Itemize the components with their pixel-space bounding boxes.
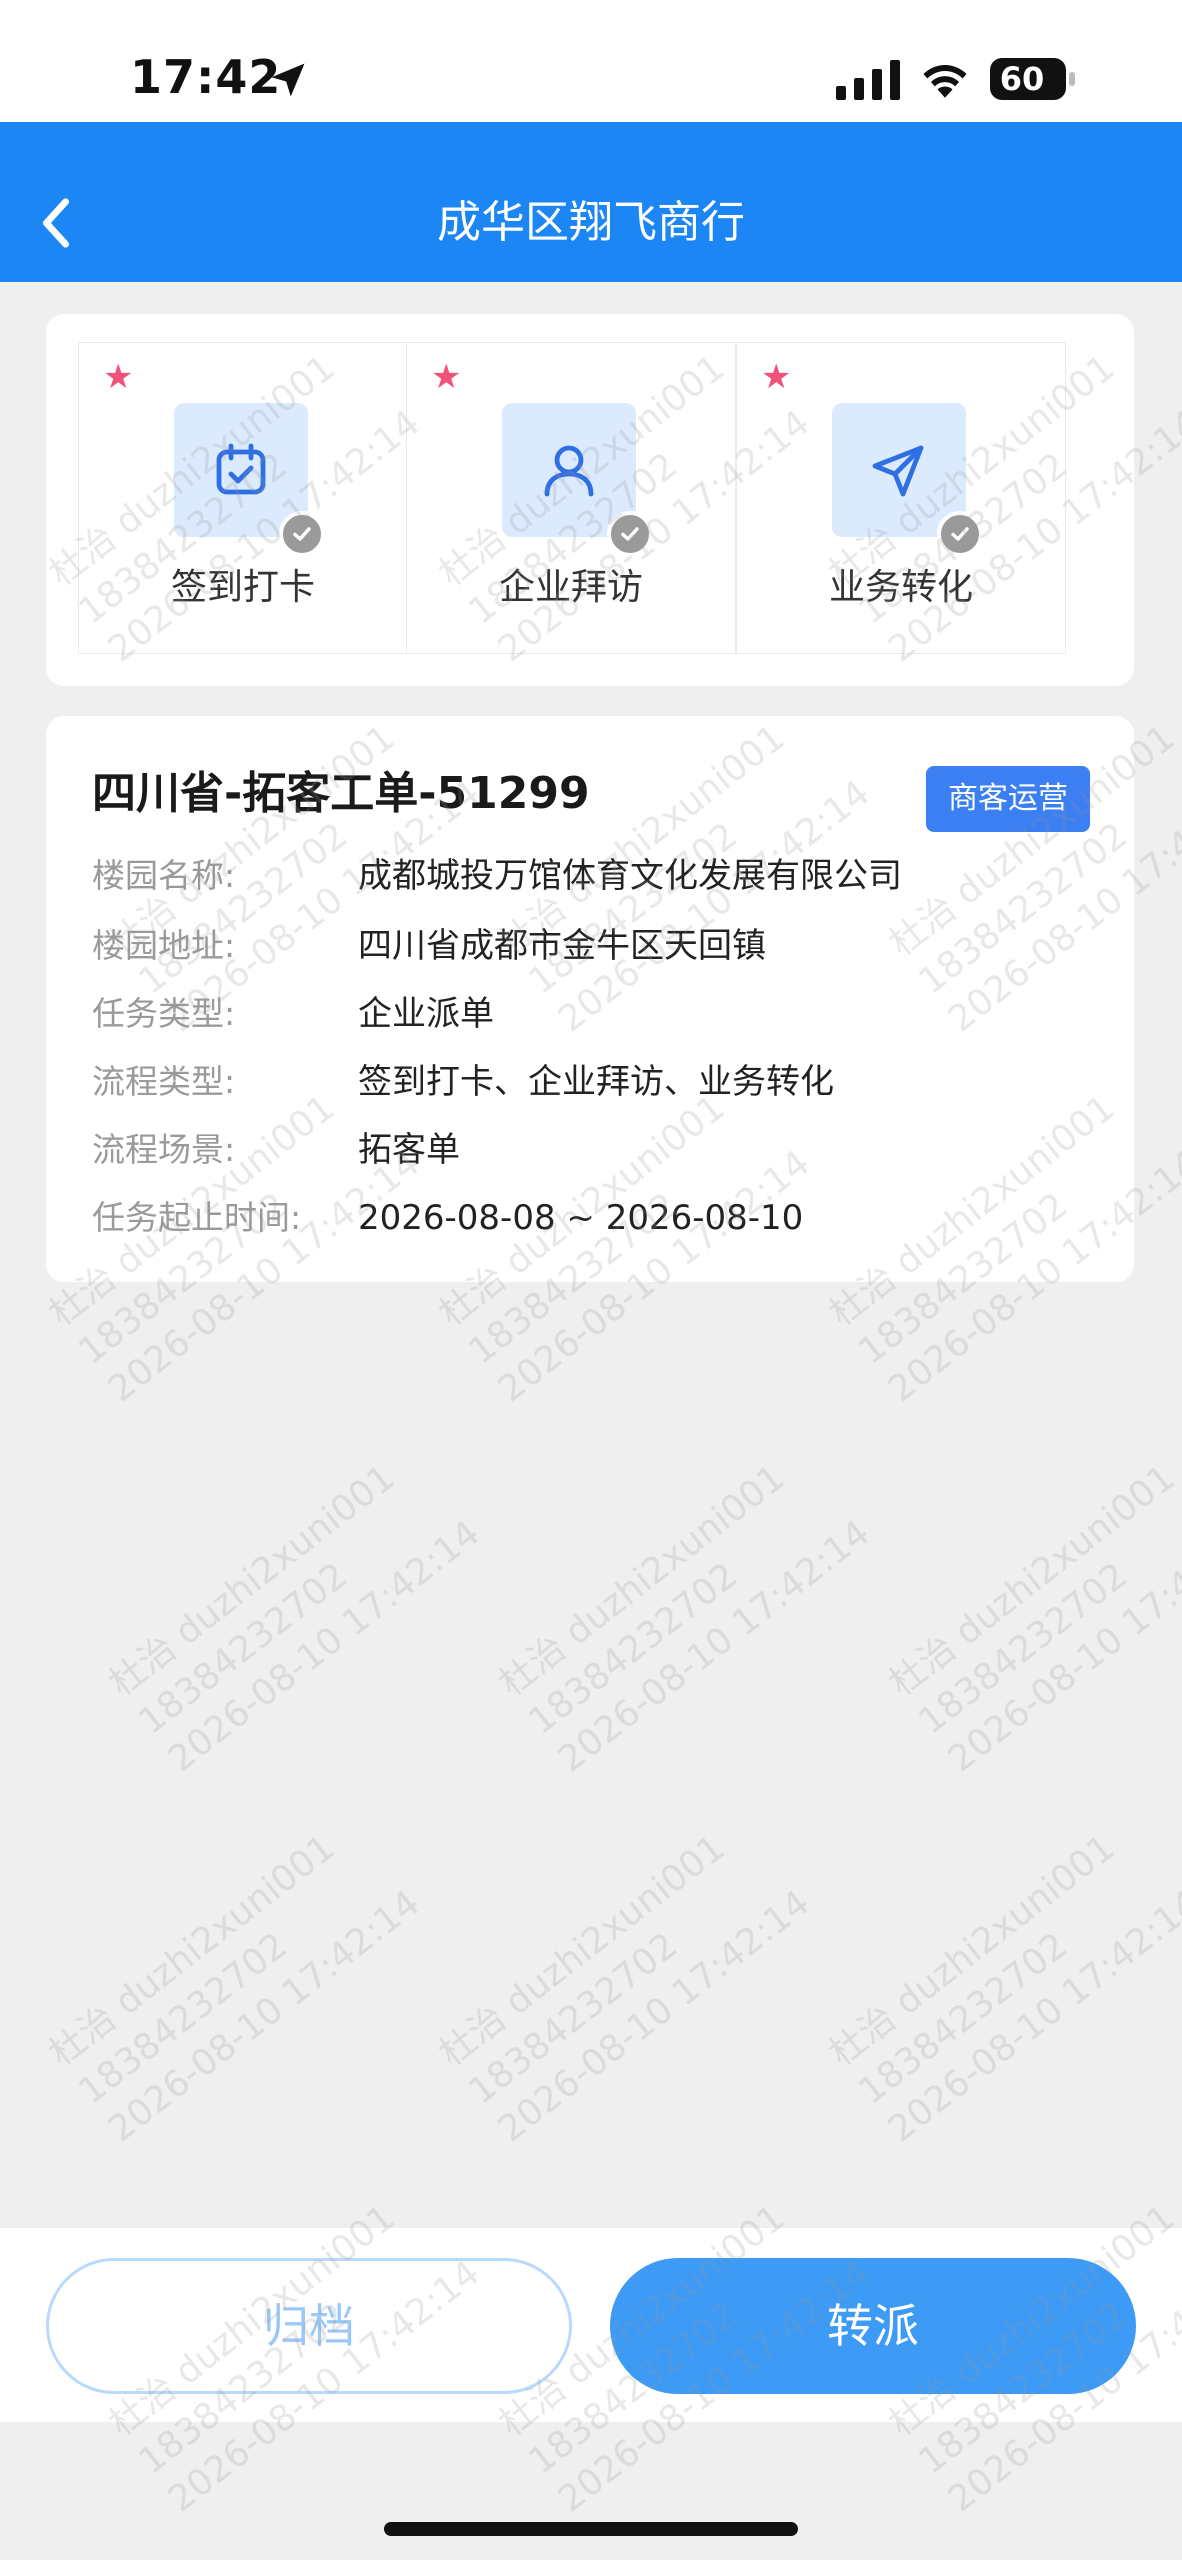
flow-step-label: 企业拜访	[498, 567, 643, 608]
flow-step-label: 业务转化	[828, 567, 973, 608]
field-label: 楼园地址:	[92, 926, 236, 965]
status-time: 17:42	[130, 50, 282, 104]
field-label: 任务类型:	[92, 994, 236, 1033]
field-label: 楼园名称:	[92, 856, 236, 895]
flow-step-label: 签到打卡	[170, 567, 315, 608]
battery-level: 60	[999, 60, 1045, 98]
calendar-check-icon	[216, 443, 266, 495]
flow-step-conversion[interactable]: ★ 业务转化	[736, 342, 1066, 654]
paper-plane-icon	[872, 445, 924, 497]
work-order-title: 四川省-拓客工单-51299	[92, 768, 590, 819]
field-value: 签到打卡、企业拜访、业务转化	[358, 1062, 834, 1102]
transfer-button[interactable]: 转派	[610, 2258, 1136, 2394]
field-value: 拓客单	[358, 1130, 460, 1170]
star-icon: ★	[431, 357, 462, 397]
status-bar: 17:42 60	[0, 0, 1182, 122]
field-label: 任务起止时间:	[92, 1198, 302, 1237]
field-label: 流程场景:	[92, 1130, 236, 1169]
completed-check-icon	[607, 511, 653, 557]
field-value: 四川省成都市金牛区天回镇	[358, 926, 766, 966]
field-row-flow-type: 流程类型: 签到打卡、企业拜访、业务转化	[92, 1056, 1092, 1108]
watermark-text: 杜治 duzhi2xuni001183842327022026-08-10 17…	[41, 1827, 428, 2151]
category-badge: 商客运营	[926, 766, 1090, 832]
field-row-task-period: 任务起止时间: 2026-08-08 ~ 2026-08-10	[92, 1192, 1092, 1244]
field-row-flow-scene: 流程场景: 拓客单	[92, 1124, 1092, 1176]
watermark-text: 杜治 duzhi2xuni001183842327022026-08-10 17…	[491, 1457, 878, 1781]
field-row-park-name: 楼园名称: 成都城投万馆体育文化发展有限公司	[92, 850, 1092, 902]
archive-button[interactable]: 归档	[46, 2258, 572, 2394]
watermark-text: 杜治 duzhi2xuni001183842327022026-08-10 17…	[431, 1827, 818, 2151]
field-value: 2026-08-08 ~ 2026-08-10	[358, 1198, 804, 1238]
flow-step-checkin[interactable]: ★ 签到打卡	[78, 342, 408, 654]
field-row-task-type: 任务类型: 企业派单	[92, 988, 1092, 1040]
star-icon: ★	[103, 357, 134, 397]
location-arrow-icon	[271, 63, 305, 97]
page-title: 成华区翔飞商行	[437, 197, 745, 248]
cellular-signal-icon	[836, 60, 900, 100]
completed-check-icon	[279, 511, 325, 557]
field-value: 成都城投万馆体育文化发展有限公司	[358, 856, 902, 896]
wifi-icon	[923, 65, 967, 98]
field-label: 流程类型:	[92, 1062, 236, 1101]
completed-check-icon	[937, 511, 983, 557]
home-indicator	[384, 2522, 798, 2536]
person-icon	[544, 445, 594, 497]
flow-step-visit[interactable]: ★ 企业拜访	[406, 342, 736, 654]
watermark-text: 杜治 duzhi2xuni001183842327022026-08-10 17…	[821, 1827, 1182, 2151]
watermark-text: 杜治 duzhi2xuni001183842327022026-08-10 17…	[101, 1457, 488, 1781]
star-icon: ★	[761, 357, 792, 397]
field-row-park-address: 楼园地址: 四川省成都市金牛区天回镇	[92, 920, 1092, 972]
watermark-text: 杜治 duzhi2xuni001183842327022026-08-10 17…	[881, 1457, 1182, 1781]
field-value: 企业派单	[358, 994, 494, 1034]
